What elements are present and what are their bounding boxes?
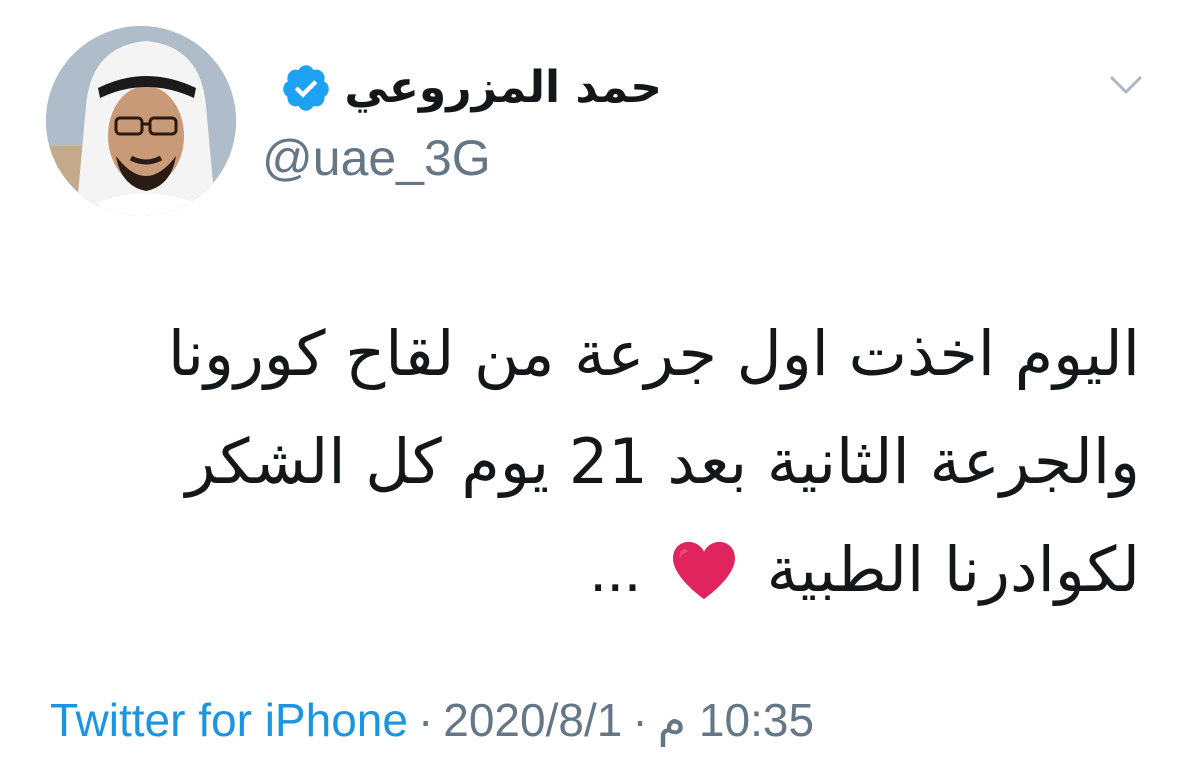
- tweet-source-link[interactable]: Twitter for iPhone: [50, 694, 408, 746]
- name-row: حمد المزروعي: [280, 58, 662, 118]
- display-name[interactable]: حمد المزروعي: [344, 58, 662, 118]
- user-info: حمد المزروعي: [280, 58, 662, 118]
- avatar-image: [46, 26, 236, 216]
- tweet-meta: Twitter for iPhone · 2020/8/1 · 10:35 م: [50, 690, 814, 750]
- verified-badge-icon: [283, 65, 330, 111]
- tweet-text: اليوم اخذت اول جرعة من لقاح كورونا والجر…: [80, 300, 1140, 625]
- tweet-date[interactable]: 2020/8/1: [443, 694, 622, 746]
- tweet-line-3-text: لكوادرنا الطبية: [766, 533, 1140, 606]
- meta-separator-1: ·: [417, 694, 434, 746]
- user-handle[interactable]: @uae_3G: [262, 128, 491, 188]
- tweet-line-1: اليوم اخذت اول جرعة من لقاح كورونا: [167, 317, 1140, 390]
- tweet-line-3: لكوادرنا الطبية ...: [80, 516, 1140, 625]
- avatar[interactable]: [46, 26, 236, 216]
- chevron-down-icon[interactable]: [1106, 70, 1146, 100]
- meta-separator-2: ·: [632, 694, 648, 746]
- red-heart-icon: [672, 541, 735, 600]
- tweet-line-2: والجرعة الثانية بعد 21 يوم كل الشكر: [185, 425, 1140, 498]
- ellipsis: ...: [589, 536, 642, 605]
- tweet-card: حمد المزروعي @uae_3G اليوم اخذت اول جرعة…: [0, 0, 1200, 761]
- tweet-time[interactable]: 10:35 م: [658, 694, 814, 746]
